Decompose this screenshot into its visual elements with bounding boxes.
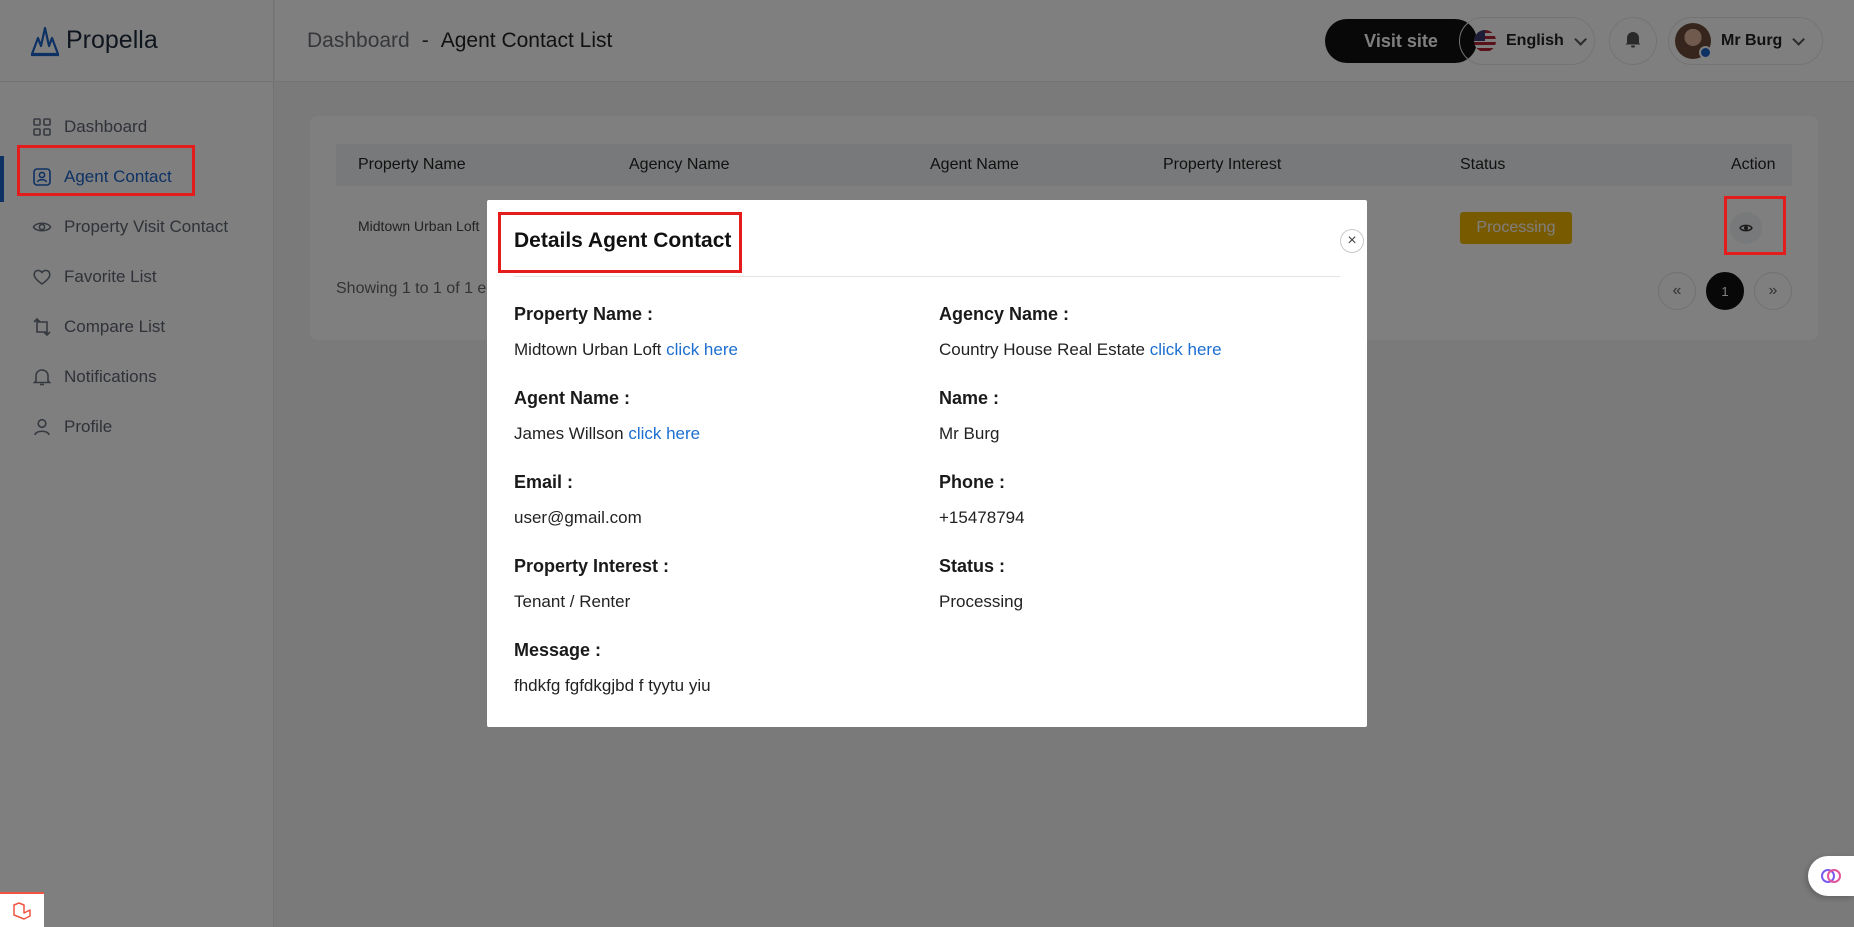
agency-name-value: Country House Real Estate bbox=[939, 340, 1145, 359]
field-property-name: Property Name : Midtown Urban Loft click… bbox=[514, 304, 914, 360]
field-value: user@gmail.com bbox=[514, 508, 642, 527]
field-value: James Willson click here bbox=[514, 424, 914, 444]
property-link[interactable]: click here bbox=[666, 340, 738, 359]
highlight-box bbox=[17, 145, 195, 196]
highlight-box bbox=[498, 212, 742, 273]
debug-toolbar-button[interactable] bbox=[0, 892, 44, 927]
field-phone: Phone : +15478794 bbox=[939, 472, 1339, 528]
field-label: Message : bbox=[514, 640, 602, 660]
field-label: Name : bbox=[939, 388, 1000, 408]
field-label: Phone : bbox=[939, 472, 1005, 492]
field-message: Message : fhdkfg fgfdkgjbd f tyytu yiu bbox=[514, 640, 914, 696]
field-property-interest: Property Interest : Tenant / Renter bbox=[514, 556, 914, 612]
field-value: Mr Burg bbox=[939, 424, 1000, 443]
field-value: fhdkfg fgfdkgjbd f tyytu yiu bbox=[514, 676, 711, 695]
property-name-value: Midtown Urban Loft bbox=[514, 340, 662, 359]
brain-icon bbox=[1821, 869, 1841, 883]
field-label: Agent Name : bbox=[514, 388, 631, 408]
details-modal: Details Agent Contact × Property Name : … bbox=[487, 200, 1367, 727]
close-icon[interactable]: × bbox=[1340, 229, 1364, 253]
field-agent-name: Agent Name : James Willson click here bbox=[514, 388, 914, 444]
highlight-box bbox=[1724, 196, 1786, 255]
field-value: Processing bbox=[939, 592, 1024, 611]
assistant-widget-button[interactable] bbox=[1808, 856, 1854, 896]
field-value: +15478794 bbox=[939, 508, 1025, 527]
field-email: Email : user@gmail.com bbox=[514, 472, 914, 528]
field-agency-name: Agency Name : Country House Real Estate … bbox=[939, 304, 1339, 360]
field-name: Name : Mr Burg bbox=[939, 388, 1339, 444]
laravel-icon bbox=[13, 901, 31, 920]
field-label: Property Interest : bbox=[514, 556, 670, 576]
field-label: Email : bbox=[514, 472, 574, 492]
agent-name-value: James Willson bbox=[514, 424, 624, 443]
field-value: Country House Real Estate click here bbox=[939, 340, 1339, 360]
field-label: Status : bbox=[939, 556, 1006, 576]
field-label: Agency Name : bbox=[939, 304, 1070, 324]
field-status: Status : Processing bbox=[939, 556, 1339, 612]
field-value: Midtown Urban Loft click here bbox=[514, 340, 914, 360]
field-value: Tenant / Renter bbox=[514, 592, 631, 611]
field-label: Property Name : bbox=[514, 304, 654, 324]
agency-link[interactable]: click here bbox=[1150, 340, 1222, 359]
agent-link[interactable]: click here bbox=[628, 424, 700, 443]
